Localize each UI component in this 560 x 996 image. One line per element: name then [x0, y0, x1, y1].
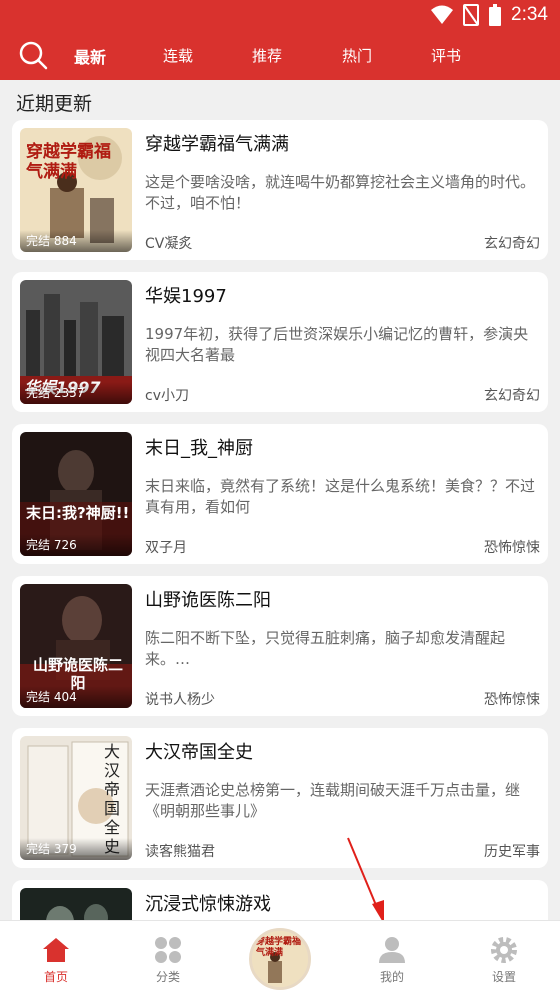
book-author: cv小刀: [145, 388, 189, 404]
book-author: 读客熊猫君: [145, 844, 215, 860]
tab-latest[interactable]: 最新: [74, 44, 106, 68]
book-author: 说书人杨少: [145, 692, 215, 708]
search-icon[interactable]: [18, 40, 48, 70]
book-genre: 恐怖惊悚: [484, 692, 540, 708]
wifi-icon: [431, 5, 454, 24]
book-description: 天涯煮酒论史总榜第一，连载期间破天涯千万点击量，继《明朝那些事儿》: [145, 781, 521, 820]
book-card[interactable]: 穿越学霸福气满满 完结 884 穿越学霸福气满满 这是个要啥没啥，就连喝牛奶都算…: [12, 120, 548, 260]
top-nav: 最新 连载 推荐 热门 评书: [0, 32, 560, 80]
bottom-nav-label: 分类: [155, 970, 180, 984]
book-card[interactable]: 华娱1997 完结 2357 华娱1997 1997年初，获得了后世资深娱乐小编…: [12, 272, 548, 412]
book-card[interactable]: 末日:我?神厨!! 完结 726 末日_我_神厨 末日来临，竟然有了系统！这是什…: [12, 424, 548, 564]
book-description: 陈二阳不断下坠，只觉得五脏刺痛，脑子却愈发清醒起来。…: [145, 629, 506, 668]
cover-title: 末日:我?神厨!!: [26, 504, 130, 522]
book-title[interactable]: 华娱1997: [145, 282, 227, 308]
book-genre: 历史军事: [484, 844, 540, 860]
status-badge: 完结 379: [20, 838, 132, 860]
now-playing-cover[interactable]: 穿越学霸福气满满: [249, 928, 311, 990]
battery-icon: [489, 4, 502, 26]
book-description: 1997年初，获得了后世资深娱乐小编记忆的曹轩，参演央视四大名著最: [145, 325, 529, 364]
tab-hot[interactable]: 热门: [342, 45, 372, 66]
book-title[interactable]: 大汉帝国全史: [145, 738, 253, 764]
book-cover[interactable]: 华娱1997 完结 2357: [20, 280, 132, 404]
book-genre: 玄幻奇幻: [484, 388, 540, 404]
user-icon: [379, 937, 405, 963]
book-genre: 恐怖惊悚: [484, 540, 540, 556]
book-title[interactable]: 穿越学霸福气满满: [145, 130, 289, 156]
bottom-nav-label: 我的: [379, 970, 404, 984]
book-cover[interactable]: 穿越学霸福气满满 完结 884: [20, 128, 132, 252]
tab-storytelling[interactable]: 评书: [431, 45, 461, 66]
status-badge: 完结 2357: [20, 382, 132, 404]
tab-serial[interactable]: 连载: [163, 45, 193, 66]
book-card[interactable]: 山野诡医陈二阳 完结 404 山野诡医陈二阳 陈二阳不断下坠，只觉得五脏刺痛，脑…: [12, 576, 548, 716]
gear-icon: [491, 937, 517, 963]
bottom-nav-category[interactable]: 分类: [112, 921, 224, 996]
book-description: 这是个要啥没啥，就连喝牛奶都算挖社会主义墙角的时代。不过，咱不怕！: [145, 173, 536, 212]
annotation-arrow: [347, 837, 384, 924]
tab-recommend[interactable]: 推荐: [252, 45, 282, 66]
no-signal-icon: [463, 4, 480, 26]
book-cover[interactable]: 末日:我?神厨!! 完结 726: [20, 432, 132, 556]
book-genre: 玄幻奇幻: [484, 236, 540, 252]
book-cover[interactable]: 大汉帝国全史 完结 379: [20, 736, 132, 860]
status-badge: 完结 404: [20, 686, 132, 708]
clock: 2:34: [511, 4, 548, 25]
bottom-nav-settings[interactable]: 设置: [448, 921, 560, 996]
status-badge: 完结 884: [20, 230, 132, 252]
book-author: 双子月: [145, 540, 187, 556]
book-cover[interactable]: 山野诡医陈二阳 完结 404: [20, 584, 132, 708]
book-description: 末日来临，竟然有了系统！这是什么鬼系统！美食？？不过真有用，看如何: [145, 477, 536, 516]
book-title[interactable]: 山野诡医陈二阳: [145, 586, 271, 612]
bottom-nav-label: 设置: [491, 970, 516, 984]
cover-title: 穿越学霸福气满满: [26, 142, 111, 182]
bottom-nav-label: 首页: [43, 970, 68, 984]
bottom-nav-home[interactable]: 首页: [0, 921, 112, 996]
now-playing-title: 穿越学霸福气满满: [256, 937, 302, 958]
bottom-nav-mine[interactable]: 我的: [336, 921, 448, 996]
home-icon: [43, 938, 69, 962]
status-badge: 完结 726: [20, 534, 132, 556]
book-title[interactable]: 沉浸式惊悚游戏: [145, 890, 271, 916]
book-author: CV凝炙: [145, 236, 193, 252]
book-title[interactable]: 末日_我_神厨: [145, 434, 253, 460]
grid-icon: [155, 937, 181, 963]
book-card[interactable]: 大汉帝国全史 完结 379 大汉帝国全史 天涯煮酒论史总榜第一，连载期间破天涯千…: [12, 728, 548, 868]
section-title: 近期更新: [16, 93, 93, 115]
status-bar: 2:34: [0, 0, 560, 32]
